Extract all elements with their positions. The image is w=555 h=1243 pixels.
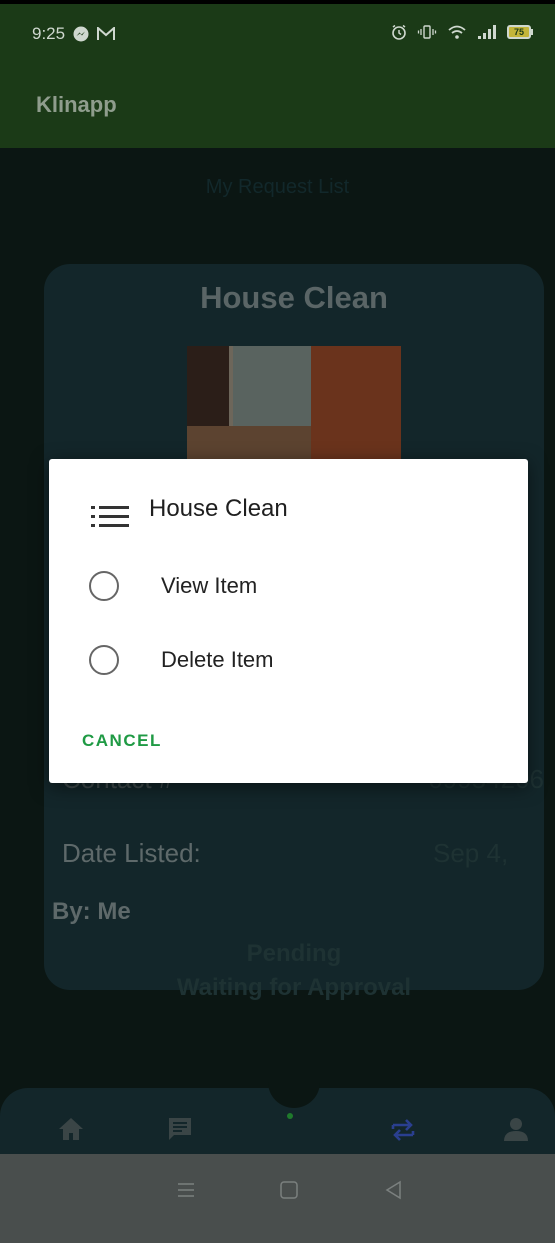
options-dialog: House Clean View Item Delete Item CANCEL [49,459,528,783]
radio-delete-item[interactable] [89,645,119,675]
option-label: View Item [161,573,258,598]
option-view-item[interactable]: View Item [89,561,509,611]
list-icon [91,506,129,527]
option-label: Delete Item [161,647,274,672]
option-delete-item[interactable]: Delete Item [89,635,509,685]
radio-view-item[interactable] [89,571,119,601]
dialog-title: House Clean [149,495,288,522]
cancel-button[interactable]: CANCEL [82,731,162,751]
